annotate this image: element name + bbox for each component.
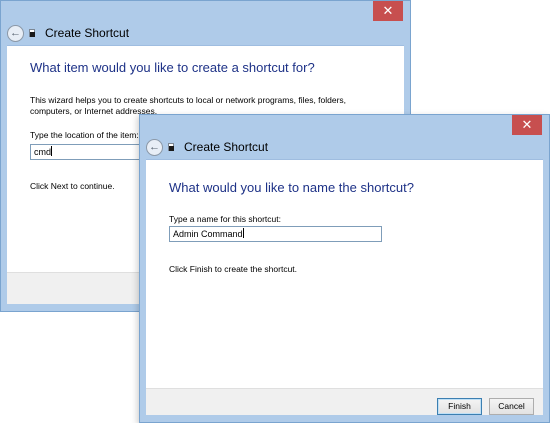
shortcut-name-label: Type a name for this shortcut: xyxy=(169,214,281,224)
wizard-content: What would you like to name the shortcut… xyxy=(146,159,543,388)
back-arrow-icon[interactable]: ← xyxy=(7,25,24,42)
page-heading: What item would you like to create a sho… xyxy=(30,60,315,75)
window-title: Create Shortcut xyxy=(45,26,130,40)
close-icon: ✕ xyxy=(521,117,533,132)
close-icon: ✕ xyxy=(382,3,394,18)
window-title: Create Shortcut xyxy=(184,140,269,154)
page-heading: What would you like to name the shortcut… xyxy=(169,180,414,195)
title-bar: ← Create Shortcut xyxy=(7,24,404,44)
close-button[interactable]: ✕ xyxy=(512,115,542,135)
shortcut-name-input[interactable]: Admin Command xyxy=(169,226,382,242)
button-bar: Finish Cancel xyxy=(146,388,543,415)
finish-button[interactable]: Finish xyxy=(437,398,482,415)
close-button[interactable]: ✕ xyxy=(373,1,403,21)
shortcut-icon xyxy=(29,29,38,38)
title-bar: ← Create Shortcut xyxy=(146,138,543,158)
continue-hint: Click Next to continue. xyxy=(30,181,115,191)
cancel-button[interactable]: Cancel xyxy=(489,398,534,415)
back-arrow-icon[interactable]: ← xyxy=(146,139,163,156)
create-shortcut-window-step2: ✕ ← Create Shortcut What would you like … xyxy=(139,114,550,423)
location-label: Type the location of the item: xyxy=(30,130,139,140)
shortcut-icon xyxy=(168,143,177,152)
finish-hint: Click Finish to create the shortcut. xyxy=(169,264,298,274)
